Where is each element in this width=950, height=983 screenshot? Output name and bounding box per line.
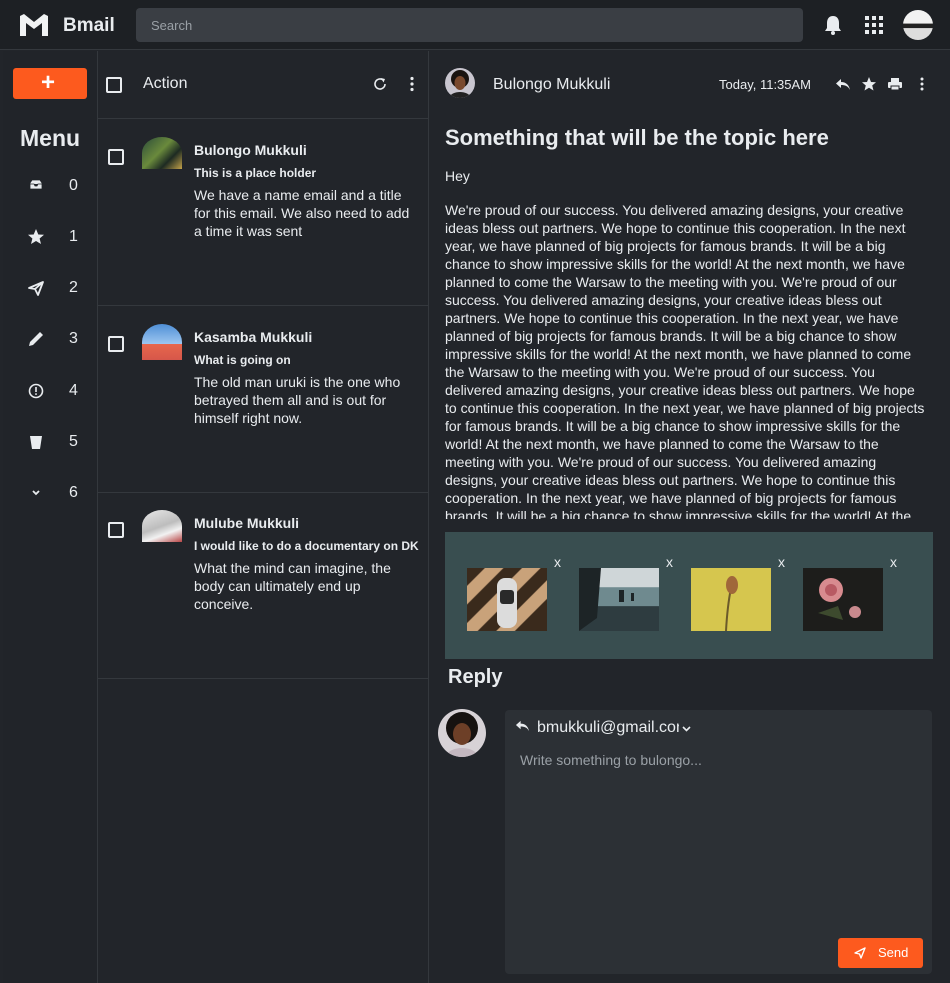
inbox-icon	[29, 179, 43, 190]
apps-grid-icon[interactable]	[863, 14, 885, 36]
send-icon	[28, 281, 44, 296]
email-list-item[interactable]: Mulube Mukkuli I would like to do a docu…	[98, 492, 429, 679]
remove-attachment-icon[interactable]: x	[890, 554, 897, 570]
attachment-thumbnail[interactable]	[467, 568, 547, 631]
attachment-thumbnail[interactable]	[691, 568, 771, 632]
email-snippet: We have a name email and a title for thi…	[194, 187, 410, 239]
email-checkbox[interactable]	[108, 522, 124, 538]
sender-avatar	[445, 68, 475, 98]
email-sender: Mulube Mukkuli	[194, 515, 299, 531]
email-checkbox[interactable]	[108, 336, 124, 352]
menu-item-trash[interactable]: 5	[3, 423, 98, 463]
top-bar: Bmail	[0, 0, 950, 50]
alert-icon	[28, 383, 44, 399]
reply-composer: bmukkuli@gmail.com Send	[505, 710, 932, 974]
reply-icon[interactable]	[835, 76, 851, 92]
email-snippet: The old man uruki is the one who betraye…	[194, 374, 401, 426]
reply-icon	[515, 720, 530, 732]
remove-attachment-icon[interactable]: x	[666, 554, 673, 570]
compose-button[interactable]: +	[13, 68, 87, 99]
send-icon	[854, 947, 866, 959]
reading-pane: Bulongo Mukkuli Today, 11:35AM Something…	[429, 51, 950, 983]
send-button[interactable]: Send	[838, 938, 923, 968]
star-icon[interactable]	[861, 76, 877, 92]
menu-item-drafts[interactable]: 3	[3, 320, 98, 360]
remove-attachment-icon[interactable]: x	[554, 554, 561, 570]
list-toolbar: Action	[98, 51, 429, 119]
user-avatar[interactable]	[903, 10, 933, 40]
chevron-down-icon[interactable]	[681, 723, 692, 734]
sidebar: + Menu 0 1 2 3 4 5 6	[3, 51, 98, 983]
action-label[interactable]: Action	[143, 75, 187, 93]
menu-count: 2	[69, 279, 78, 296]
menu-item-sent[interactable]: 2	[3, 269, 98, 309]
attachments-panel: x x x x	[445, 532, 933, 659]
attachment-thumbnail[interactable]	[803, 568, 883, 631]
reply-heading: Reply	[448, 666, 503, 688]
attachment-thumbnail[interactable]	[579, 568, 659, 631]
chevron-down-icon	[32, 490, 40, 496]
menu-count: 3	[69, 330, 78, 347]
compose-plus-icon: +	[41, 69, 56, 96]
email-subject: What is going on	[194, 353, 291, 367]
refresh-icon[interactable]	[371, 75, 389, 93]
menu-item-more[interactable]: 6	[3, 474, 98, 514]
more-vertical-icon[interactable]	[403, 75, 421, 93]
menu-title: Menu	[20, 125, 81, 151]
sender-name: Bulongo Mukkuli	[493, 76, 611, 93]
pencil-icon	[29, 332, 43, 346]
email-list-item[interactable]: Kasamba Mukkuli What is going on The old…	[98, 306, 429, 493]
menu-count: 1	[69, 228, 78, 245]
email-subject-heading: Something that will be the topic here	[445, 125, 829, 150]
bmail-logo-icon[interactable]	[18, 12, 50, 38]
email-sender: Bulongo Mukkuli	[194, 142, 307, 158]
sender-avatar	[142, 324, 182, 360]
send-label: Send	[878, 945, 909, 960]
remove-attachment-icon[interactable]: x	[778, 554, 785, 570]
trash-icon	[30, 436, 42, 449]
search-input[interactable]	[136, 8, 803, 42]
menu-count: 5	[69, 433, 78, 450]
print-icon[interactable]	[887, 76, 903, 92]
sender-avatar	[142, 137, 182, 169]
email-subject: This is a place holder	[194, 166, 317, 180]
email-body: We're proud of our success. You delivere…	[445, 202, 925, 519]
email-sender: Kasamba Mukkuli	[194, 329, 313, 345]
email-list-item[interactable]: Bulongo Mukkuli This is a place holder W…	[98, 119, 429, 306]
mail-app: Bmail + Menu 0 1 2	[0, 0, 950, 983]
menu-count: 4	[69, 382, 78, 399]
email-greeting: Hey	[445, 168, 470, 184]
menu-count: 0	[69, 177, 78, 194]
app-brand: Bmail	[63, 15, 115, 36]
menu-item-starred[interactable]: 1	[3, 218, 98, 258]
star-icon	[28, 229, 44, 244]
sender-avatar	[142, 510, 182, 542]
email-timestamp: Today, 11:35AM	[719, 77, 812, 92]
menu-item-important[interactable]: 4	[3, 372, 98, 412]
reply-recipient[interactable]: bmukkuli@gmail.com	[537, 719, 679, 737]
menu-count: 6	[69, 484, 78, 501]
menu-item-inbox[interactable]: 0	[3, 167, 98, 207]
my-avatar	[438, 709, 486, 757]
email-subject: I would like to do a documentary on DK	[194, 539, 419, 553]
email-list: Action Bulongo Mukkuli This is a place h…	[98, 51, 429, 983]
more-vertical-icon[interactable]	[914, 76, 930, 92]
bell-icon[interactable]	[822, 14, 844, 36]
email-checkbox[interactable]	[108, 149, 124, 165]
reply-textarea[interactable]	[520, 752, 920, 902]
email-snippet: What the mind can imagine, the body can …	[194, 560, 391, 612]
select-all-checkbox[interactable]	[106, 77, 122, 93]
